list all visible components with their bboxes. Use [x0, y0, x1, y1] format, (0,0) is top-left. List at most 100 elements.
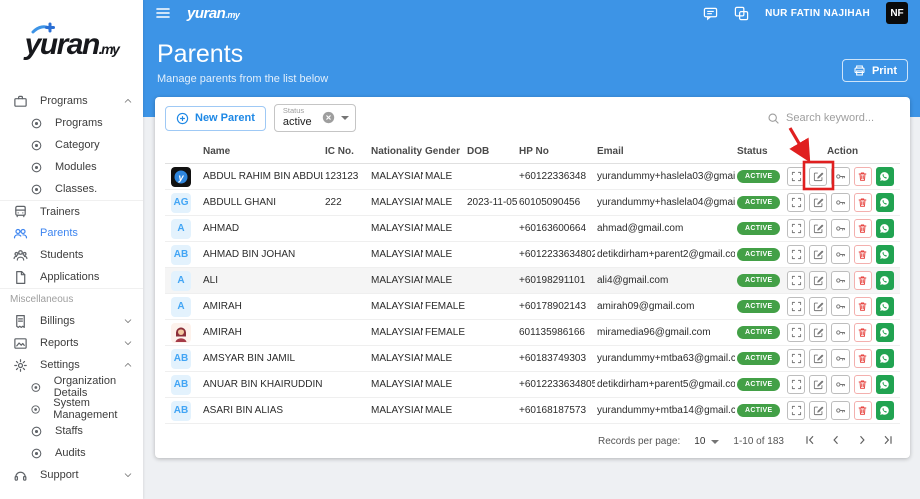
whatsapp-button[interactable] — [875, 271, 895, 290]
key-icon — [835, 171, 846, 182]
sidebar-item-support[interactable]: Support — [0, 464, 143, 486]
whatsapp-button[interactable] — [875, 193, 895, 212]
cell-nationality: MALAYSIAN — [369, 293, 423, 320]
edit-button[interactable] — [809, 193, 828, 212]
status-filter-value: active — [282, 115, 312, 128]
reset-password-button[interactable] — [831, 323, 850, 342]
edit-button[interactable] — [809, 245, 828, 264]
delete-button[interactable] — [853, 401, 872, 420]
sidebar-item-students[interactable]: Students — [0, 244, 143, 266]
delete-button[interactable] — [853, 375, 872, 394]
view-button[interactable] — [787, 349, 806, 368]
whatsapp-button[interactable] — [875, 297, 895, 316]
edit-button[interactable] — [809, 375, 828, 394]
print-button[interactable]: Print — [841, 59, 908, 82]
sidebar-item-reports[interactable]: Reports — [0, 332, 143, 354]
last-page-button[interactable] — [880, 434, 896, 450]
status-badge: ACTIVE — [737, 404, 781, 417]
status-filter[interactable]: Status active — [273, 104, 356, 132]
sidebar-subitem-modules[interactable]: Modules — [0, 156, 143, 178]
view-button[interactable] — [787, 193, 806, 212]
view-button[interactable] — [787, 375, 806, 394]
whatsapp-icon — [879, 301, 890, 312]
records-per-page-select[interactable]: 10 — [694, 436, 720, 447]
cell-ic — [323, 241, 369, 268]
whatsapp-button[interactable] — [875, 245, 895, 264]
view-button[interactable] — [787, 323, 806, 342]
user-avatar[interactable]: NF — [886, 2, 908, 24]
view-button[interactable] — [787, 219, 806, 238]
sidebar-subitem-staffs[interactable]: Staffs — [0, 420, 143, 442]
search-input[interactable] — [786, 112, 896, 124]
row-actions — [787, 193, 898, 212]
sidebar-item-programs[interactable]: Programs — [0, 90, 143, 112]
sidebar-item-applications[interactable]: Applications — [0, 266, 143, 288]
reset-password-button[interactable] — [831, 401, 850, 420]
delete-button[interactable] — [853, 167, 872, 186]
cell-gender: MALE — [423, 397, 465, 424]
view-button[interactable] — [787, 297, 806, 316]
delete-button[interactable] — [853, 349, 872, 368]
next-page-button[interactable] — [854, 434, 870, 450]
sidebar-item-parents[interactable]: Parents — [0, 222, 143, 244]
sidebar-subitem-audits[interactable]: Audits — [0, 442, 143, 464]
dropdown-caret-icon[interactable] — [340, 115, 349, 120]
cell-hp: +6012233634802 — [517, 241, 595, 268]
sidebar-item-billings[interactable]: Billings — [0, 310, 143, 332]
reset-password-button[interactable] — [831, 349, 850, 368]
reset-password-button[interactable] — [831, 219, 850, 238]
edit-button[interactable] — [809, 297, 828, 316]
sidebar-subitem-system-management[interactable]: System Management — [0, 397, 143, 421]
whatsapp-button[interactable] — [875, 349, 895, 368]
view-button[interactable] — [787, 245, 806, 264]
plus-circle-icon — [176, 112, 189, 124]
delete-button[interactable] — [853, 271, 872, 290]
cell-email: yurandummy+mtba63@gmail.com — [595, 345, 735, 372]
whatsapp-button[interactable] — [875, 323, 895, 342]
parent-avatar: AG — [171, 192, 191, 213]
sidebar-item-settings[interactable]: Settings — [0, 354, 143, 376]
delete-button[interactable] — [853, 323, 872, 342]
sidebar-subitem-organization-details[interactable]: Organization Details — [0, 375, 143, 399]
edit-button[interactable] — [809, 219, 828, 238]
reset-password-button[interactable] — [831, 193, 850, 212]
whatsapp-button[interactable] — [875, 167, 895, 186]
reset-password-button[interactable] — [831, 297, 850, 316]
menu-icon[interactable] — [155, 5, 171, 21]
expand-icon — [791, 275, 802, 286]
delete-icon — [857, 197, 868, 208]
reset-password-button[interactable] — [831, 271, 850, 290]
sidebar-subitem-category[interactable]: Category — [0, 134, 143, 156]
sidebar-subitem-classes[interactable]: Classes. — [0, 178, 143, 200]
parent-avatar: A — [171, 270, 191, 291]
view-button[interactable] — [787, 167, 806, 186]
edit-button[interactable] — [809, 323, 828, 342]
delete-button[interactable] — [853, 193, 872, 212]
view-button[interactable] — [787, 271, 806, 290]
new-parent-button[interactable]: New Parent — [165, 105, 266, 131]
edit-button[interactable] — [809, 271, 828, 290]
chat-icon[interactable] — [703, 6, 718, 21]
reset-password-button[interactable] — [831, 167, 850, 186]
user-name[interactable]: NUR FATIN NAJIHAH — [765, 8, 870, 19]
delete-button[interactable] — [853, 245, 872, 264]
sidebar-item-trainers[interactable]: Trainers — [0, 200, 143, 222]
reset-password-button[interactable] — [831, 375, 850, 394]
table-row: AB ANUAR BIN KHAIRUDDIN MALAYSIAN MALE +6012… — [165, 371, 900, 398]
edit-button[interactable] — [809, 167, 828, 186]
view-button[interactable] — [787, 401, 806, 420]
edit-button[interactable] — [809, 349, 828, 368]
translate-icon[interactable] — [734, 6, 749, 21]
whatsapp-button[interactable] — [875, 401, 895, 420]
sidebar-subitem-programs[interactable]: Programs — [0, 112, 143, 134]
whatsapp-button[interactable] — [875, 219, 895, 238]
clear-filter-icon[interactable] — [322, 111, 335, 124]
table-row: AG ABDULL GHANI 222 MALAYSIAN MALE 2023-11-05… — [165, 189, 900, 216]
reset-password-button[interactable] — [831, 245, 850, 264]
delete-button[interactable] — [853, 219, 872, 238]
edit-button[interactable] — [809, 401, 828, 420]
delete-button[interactable] — [853, 297, 872, 316]
whatsapp-button[interactable] — [875, 375, 895, 394]
prev-page-button[interactable] — [828, 434, 844, 450]
first-page-button[interactable] — [802, 434, 818, 450]
